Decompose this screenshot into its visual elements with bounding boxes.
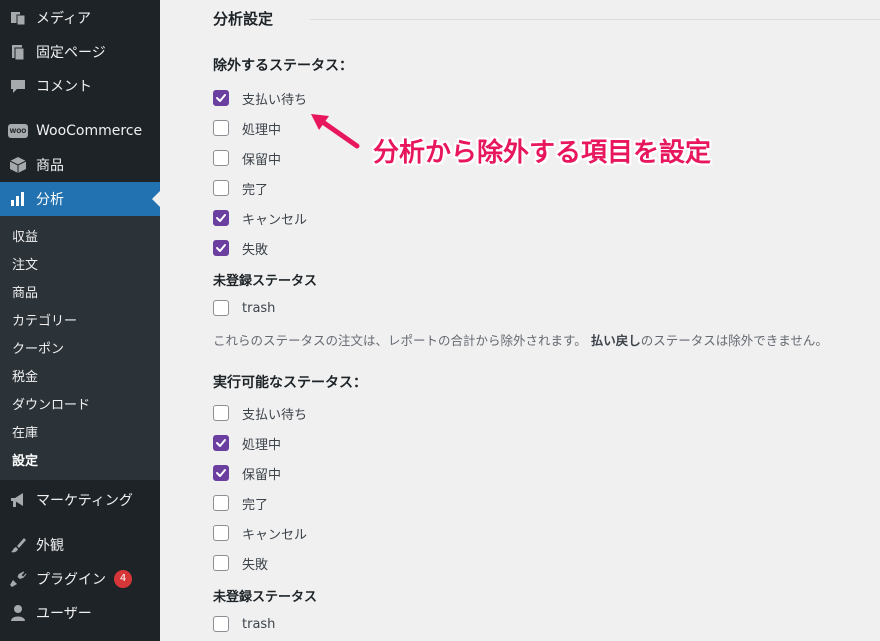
excluded-status-row[interactable]: 保留中 — [213, 148, 281, 168]
menu-item-products[interactable]: 商品 — [0, 148, 160, 182]
status-checkbox[interactable] — [213, 435, 229, 451]
submenu-taxes[interactable]: 税金 — [12, 368, 38, 388]
status-checkbox[interactable] — [213, 525, 229, 541]
section-title: 分析設定 — [213, 10, 274, 28]
menu-label: 固定ページ — [36, 45, 106, 61]
admin-sidebar: メディア 固定ページ コメント WOO WooCommerce 商品 分析 収益… — [0, 0, 160, 641]
actionable-status-row[interactable]: 支払い待ち — [213, 403, 307, 423]
actionable-unregistered-title: 未登録ステータス — [213, 590, 318, 605]
excluded-statuses-title: 除外するステータス： — [213, 58, 353, 74]
checkmark-icon — [216, 469, 226, 477]
settings-content: 分析設定 除外するステータス： 支払い待ち 処理中 保留中 完了 キャンセル 失敗 tras… — [160, 0, 880, 641]
menu-item-plugins[interactable]: プラグイン 4 — [0, 562, 160, 596]
status-label: 処理中 — [242, 437, 282, 453]
status-label: 支払い待ち — [242, 92, 308, 108]
status-checkbox[interactable] — [213, 180, 229, 196]
checkmark-icon — [216, 244, 226, 252]
actionable-status-row[interactable]: 失敗 — [213, 553, 268, 573]
status-checkbox[interactable] — [213, 555, 229, 571]
submenu-orders[interactable]: 注文 — [12, 256, 38, 276]
update-count-badge: 4 — [114, 570, 132, 588]
menu-label: ユーザー — [36, 606, 92, 622]
comment-icon — [8, 76, 28, 96]
status-checkbox[interactable] — [213, 300, 229, 316]
submenu-products[interactable]: 商品 — [12, 284, 38, 304]
menu-item-media[interactable]: メディア — [0, 1, 160, 35]
submenu-downloads[interactable]: ダウンロード — [12, 396, 90, 416]
excluded-status-row[interactable]: 処理中 — [213, 118, 281, 138]
status-label: 完了 — [242, 497, 269, 513]
actionable-status-row[interactable]: キャンセル — [213, 523, 307, 543]
menu-item-woocommerce[interactable]: WOO WooCommerce — [0, 114, 160, 148]
menu-item-appearance[interactable]: 外観 — [0, 528, 160, 562]
status-label: 完了 — [242, 182, 269, 198]
actionable-status-row[interactable]: 保留中 — [213, 463, 281, 483]
status-label: 処理中 — [242, 122, 282, 138]
menu-item-marketing[interactable]: マーケティング — [0, 483, 160, 517]
status-label: 保留中 — [242, 467, 282, 483]
annotation-label: 分析から除外する項目を設定 — [373, 138, 712, 168]
product-box-icon — [8, 155, 28, 175]
excluded-status-row[interactable]: 支払い待ち — [213, 88, 307, 108]
checkmark-icon — [216, 94, 226, 102]
media-icon — [8, 8, 28, 28]
status-checkbox[interactable] — [213, 495, 229, 511]
submenu-settings[interactable]: 設定 — [12, 452, 38, 472]
excluded-unregistered-row[interactable]: trash — [213, 298, 275, 318]
status-label: 失敗 — [242, 242, 269, 258]
excluded-unregistered-title: 未登録ステータス — [213, 274, 318, 289]
menu-label: マーケティング — [36, 493, 133, 509]
annotation-arrow-icon — [311, 114, 360, 149]
menu-label: プラグイン — [36, 572, 106, 588]
menu-item-pages[interactable]: 固定ページ — [0, 35, 160, 69]
menu-label: WooCommerce — [36, 123, 143, 139]
status-checkbox[interactable] — [213, 90, 229, 106]
menu-item-comments[interactable]: コメント — [0, 69, 160, 103]
checkmark-icon — [216, 439, 226, 447]
submenu-revenue[interactable]: 収益 — [12, 228, 38, 248]
status-checkbox[interactable] — [213, 210, 229, 226]
megaphone-icon — [8, 490, 28, 510]
submenu-stock[interactable]: 在庫 — [12, 424, 38, 444]
status-checkbox[interactable] — [213, 150, 229, 166]
submenu-categories[interactable]: カテゴリー — [12, 312, 77, 332]
page-icon — [8, 42, 28, 62]
actionable-status-row[interactable]: 処理中 — [213, 433, 281, 453]
menu-item-users[interactable]: ユーザー — [0, 596, 160, 630]
menu-item-analytics[interactable]: 分析 — [0, 182, 160, 216]
status-checkbox[interactable] — [213, 240, 229, 256]
status-checkbox[interactable] — [213, 405, 229, 421]
woocommerce-icon: WOO — [8, 121, 28, 141]
excluded-status-row[interactable]: キャンセル — [213, 208, 307, 228]
status-checkbox[interactable] — [213, 465, 229, 481]
actionable-unregistered-row[interactable]: trash — [213, 614, 275, 634]
checkmark-icon — [216, 214, 226, 222]
status-label: 支払い待ち — [242, 407, 308, 423]
status-checkbox[interactable] — [213, 120, 229, 136]
plugin-icon — [8, 569, 28, 589]
user-icon — [8, 603, 28, 623]
menu-label: 分析 — [36, 192, 64, 208]
excluded-status-row[interactable]: 完了 — [213, 178, 268, 198]
status-label: 失敗 — [242, 557, 269, 573]
submenu-coupons[interactable]: クーポン — [12, 340, 64, 360]
excluded-description: これらのステータスの注文は、レポートの合計から除外されます。 払い戻しのステータ… — [213, 333, 828, 348]
menu-label: メディア — [36, 11, 92, 27]
status-label: 保留中 — [242, 152, 282, 168]
status-label: trash — [242, 300, 276, 316]
menu-label: コメント — [36, 79, 92, 95]
bar-chart-icon — [8, 189, 28, 209]
menu-label: 商品 — [36, 158, 64, 174]
section-divider — [310, 19, 880, 20]
menu-label: 外観 — [36, 538, 64, 554]
status-label: キャンセル — [242, 212, 308, 228]
status-checkbox[interactable] — [213, 616, 229, 632]
paintbrush-icon — [8, 535, 28, 555]
actionable-statuses-title: 実行可能なステータス： — [213, 375, 367, 391]
analytics-submenu: 収益 注文 商品 カテゴリー クーポン 税金 ダウンロード 在庫 設定 — [0, 216, 160, 480]
actionable-status-row[interactable]: 完了 — [213, 493, 268, 513]
status-label: trash — [242, 616, 276, 632]
excluded-status-row[interactable]: 失敗 — [213, 238, 268, 258]
status-label: キャンセル — [242, 527, 308, 543]
